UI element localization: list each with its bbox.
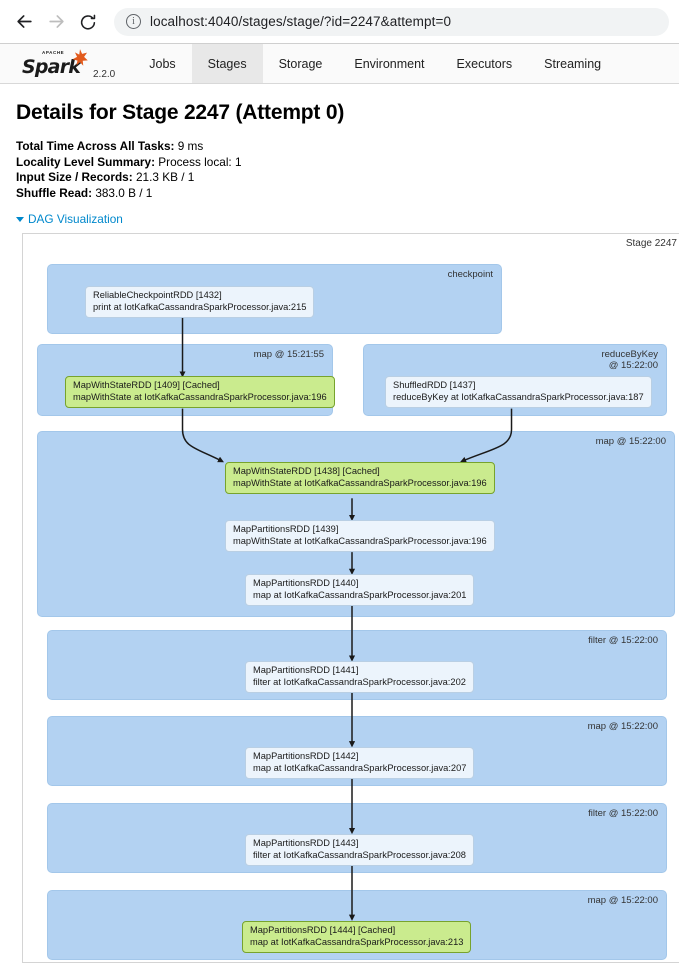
dag-node-1438[interactable]: MapWithStateRDD [1438] [Cached] mapWithS… — [225, 462, 495, 494]
dag-node-line1: MapWithStateRDD [1438] [Cached] — [233, 466, 380, 476]
dag-cluster-label: checkpoint — [447, 269, 493, 280]
dag-node-line2: mapWithState at IotKafkaCassandraSparkPr… — [233, 477, 487, 488]
spark-star-icon — [72, 48, 88, 66]
dag-cluster-label: map @ 15:22:00 — [587, 895, 658, 906]
spark-brand-logo[interactable]: APACHE Spark 2.2.0 — [22, 44, 133, 83]
spark-logo-icon: APACHE Spark — [22, 48, 90, 79]
dag-toggle-label: DAG Visualization — [28, 212, 123, 226]
dag-node-1439[interactable]: MapPartitionsRDD [1439] mapWithState at … — [225, 520, 495, 552]
dag-visualization-panel[interactable]: Stage 2247 checkpoint map @ 15:21:55 red… — [22, 233, 679, 963]
dag-node-line1: MapPartitionsRDD [1443] — [253, 838, 359, 848]
address-bar[interactable]: i localhost:4040/stages/stage/?id=2247&a… — [114, 7, 669, 36]
navbar-tabs: Jobs Stages Storage Environment Executor… — [133, 44, 617, 83]
dag-node-1444[interactable]: MapPartitionsRDD [1444] [Cached] map at … — [242, 921, 472, 953]
summary-row-input-size: Input Size / Records: 21.3 KB / 1 — [16, 170, 663, 186]
dag-node-1437[interactable]: ShuffledRDD [1437] reduceByKey at IotKaf… — [385, 376, 652, 408]
dag-node-line2: map at IotKafkaCassandraSparkProcessor.j… — [253, 762, 467, 773]
dag-cluster-label: reduceByKey @ 15:22:00 — [601, 349, 658, 371]
summary-label: Shuffle Read: — [16, 185, 93, 200]
url-text: localhost:4040/stages/stage/?id=2247&att… — [150, 14, 452, 29]
dag-cluster-label: map @ 15:21:55 — [253, 349, 324, 360]
page-content: Details for Stage 2247 (Attempt 0) Total… — [0, 101, 679, 963]
browser-toolbar: i localhost:4040/stages/stage/?id=2247&a… — [0, 0, 679, 44]
summary-label: Input Size / Records: — [16, 170, 133, 184]
dag-node-line1: MapWithStateRDD [1409] [Cached] — [73, 380, 220, 390]
summary-value: Process local: 1 — [158, 154, 242, 169]
summary-label: Total Time Across All Tasks: — [16, 139, 175, 153]
spark-navbar: APACHE Spark 2.2.0 Jobs Stages Storage E… — [0, 44, 679, 84]
dag-node-1442[interactable]: MapPartitionsRDD [1442] map at IotKafkaC… — [245, 747, 475, 779]
dag-node-line1: MapPartitionsRDD [1442] — [253, 751, 359, 761]
dag-node-line1: MapPartitionsRDD [1440] — [253, 578, 359, 588]
dag-node-line2: mapWithState at IotKafkaCassandraSparkPr… — [73, 391, 327, 402]
dag-node-line2: map at IotKafkaCassandraSparkProcessor.j… — [250, 936, 464, 947]
dag-node-1409[interactable]: MapWithStateRDD [1409] [Cached] mapWithS… — [65, 376, 335, 408]
summary-row-shuffle-read: Shuffle Read: 383.0 B / 1 — [16, 186, 663, 202]
reload-icon[interactable] — [74, 8, 102, 36]
dag-cluster-label: map @ 15:22:00 — [587, 721, 658, 732]
dag-node-line2: filter at IotKafkaCassandraSparkProcesso… — [253, 849, 466, 860]
dag-node-line2: mapWithState at IotKafkaCassandraSparkPr… — [233, 535, 487, 546]
dag-node-line1: ShuffledRDD [1437] — [393, 380, 476, 390]
dag-cluster-label: map @ 15:22:00 — [595, 436, 666, 447]
dag-stage-label: Stage 2247 — [625, 238, 677, 249]
tab-streaming[interactable]: Streaming — [528, 44, 617, 83]
page-title: Details for Stage 2247 (Attempt 0) — [16, 101, 345, 124]
dag-visualization-toggle[interactable]: DAG Visualization — [16, 212, 123, 226]
dag-node-line1: MapPartitionsRDD [1439] — [233, 524, 339, 534]
summary-value: 9 ms — [177, 139, 204, 153]
tab-stages[interactable]: Stages — [191, 44, 263, 83]
summary-value: 21.3 KB / 1 — [135, 170, 195, 184]
chevron-down-icon — [16, 216, 24, 222]
tab-environment[interactable]: Environment — [338, 44, 440, 83]
dag-node-1432[interactable]: ReliableCheckpointRDD [1432] print at Io… — [85, 286, 315, 318]
dag-node-1443[interactable]: MapPartitionsRDD [1443] filter at IotKaf… — [245, 834, 474, 866]
dag-cluster-label: filter @ 15:22:00 — [588, 808, 658, 819]
dag-node-line1: ReliableCheckpointRDD [1432] — [93, 290, 222, 300]
dag-node-line2: filter at IotKafkaCassandraSparkProcesso… — [253, 676, 466, 687]
dag-node-1440[interactable]: MapPartitionsRDD [1440] map at IotKafkaC… — [245, 574, 475, 606]
tab-storage[interactable]: Storage — [263, 44, 339, 83]
spark-version: 2.2.0 — [93, 69, 116, 80]
dag-node-line1: MapPartitionsRDD [1444] [Cached] — [250, 925, 396, 935]
summary-label: Locality Level Summary: — [16, 154, 155, 169]
back-arrow-icon[interactable] — [10, 8, 38, 36]
dag-node-line2: map at IotKafkaCassandraSparkProcessor.j… — [253, 589, 467, 600]
summary-row-locality: Locality Level Summary: Process local: 1 — [16, 155, 663, 171]
dag-node-line2: print at IotKafkaCassandraSparkProcessor… — [93, 301, 307, 312]
stage-summary: Total Time Across All Tasks: 9 ms Locali… — [16, 139, 663, 201]
dag-node-1441[interactable]: MapPartitionsRDD [1441] filter at IotKaf… — [245, 661, 474, 693]
forward-arrow-icon[interactable] — [42, 8, 70, 36]
spark-apache-text: APACHE — [42, 49, 65, 55]
summary-row-total-time: Total Time Across All Tasks: 9 ms — [16, 139, 663, 155]
dag-node-line1: MapPartitionsRDD [1441] — [253, 665, 359, 675]
dag-cluster-label: filter @ 15:22:00 — [588, 635, 658, 646]
summary-value: 383.0 B / 1 — [95, 185, 153, 200]
tab-executors[interactable]: Executors — [441, 44, 529, 83]
dag-node-line2: reduceByKey at IotKafkaCassandraSparkPro… — [393, 391, 644, 402]
tab-jobs[interactable]: Jobs — [133, 44, 191, 83]
info-circle-icon[interactable]: i — [126, 14, 141, 29]
